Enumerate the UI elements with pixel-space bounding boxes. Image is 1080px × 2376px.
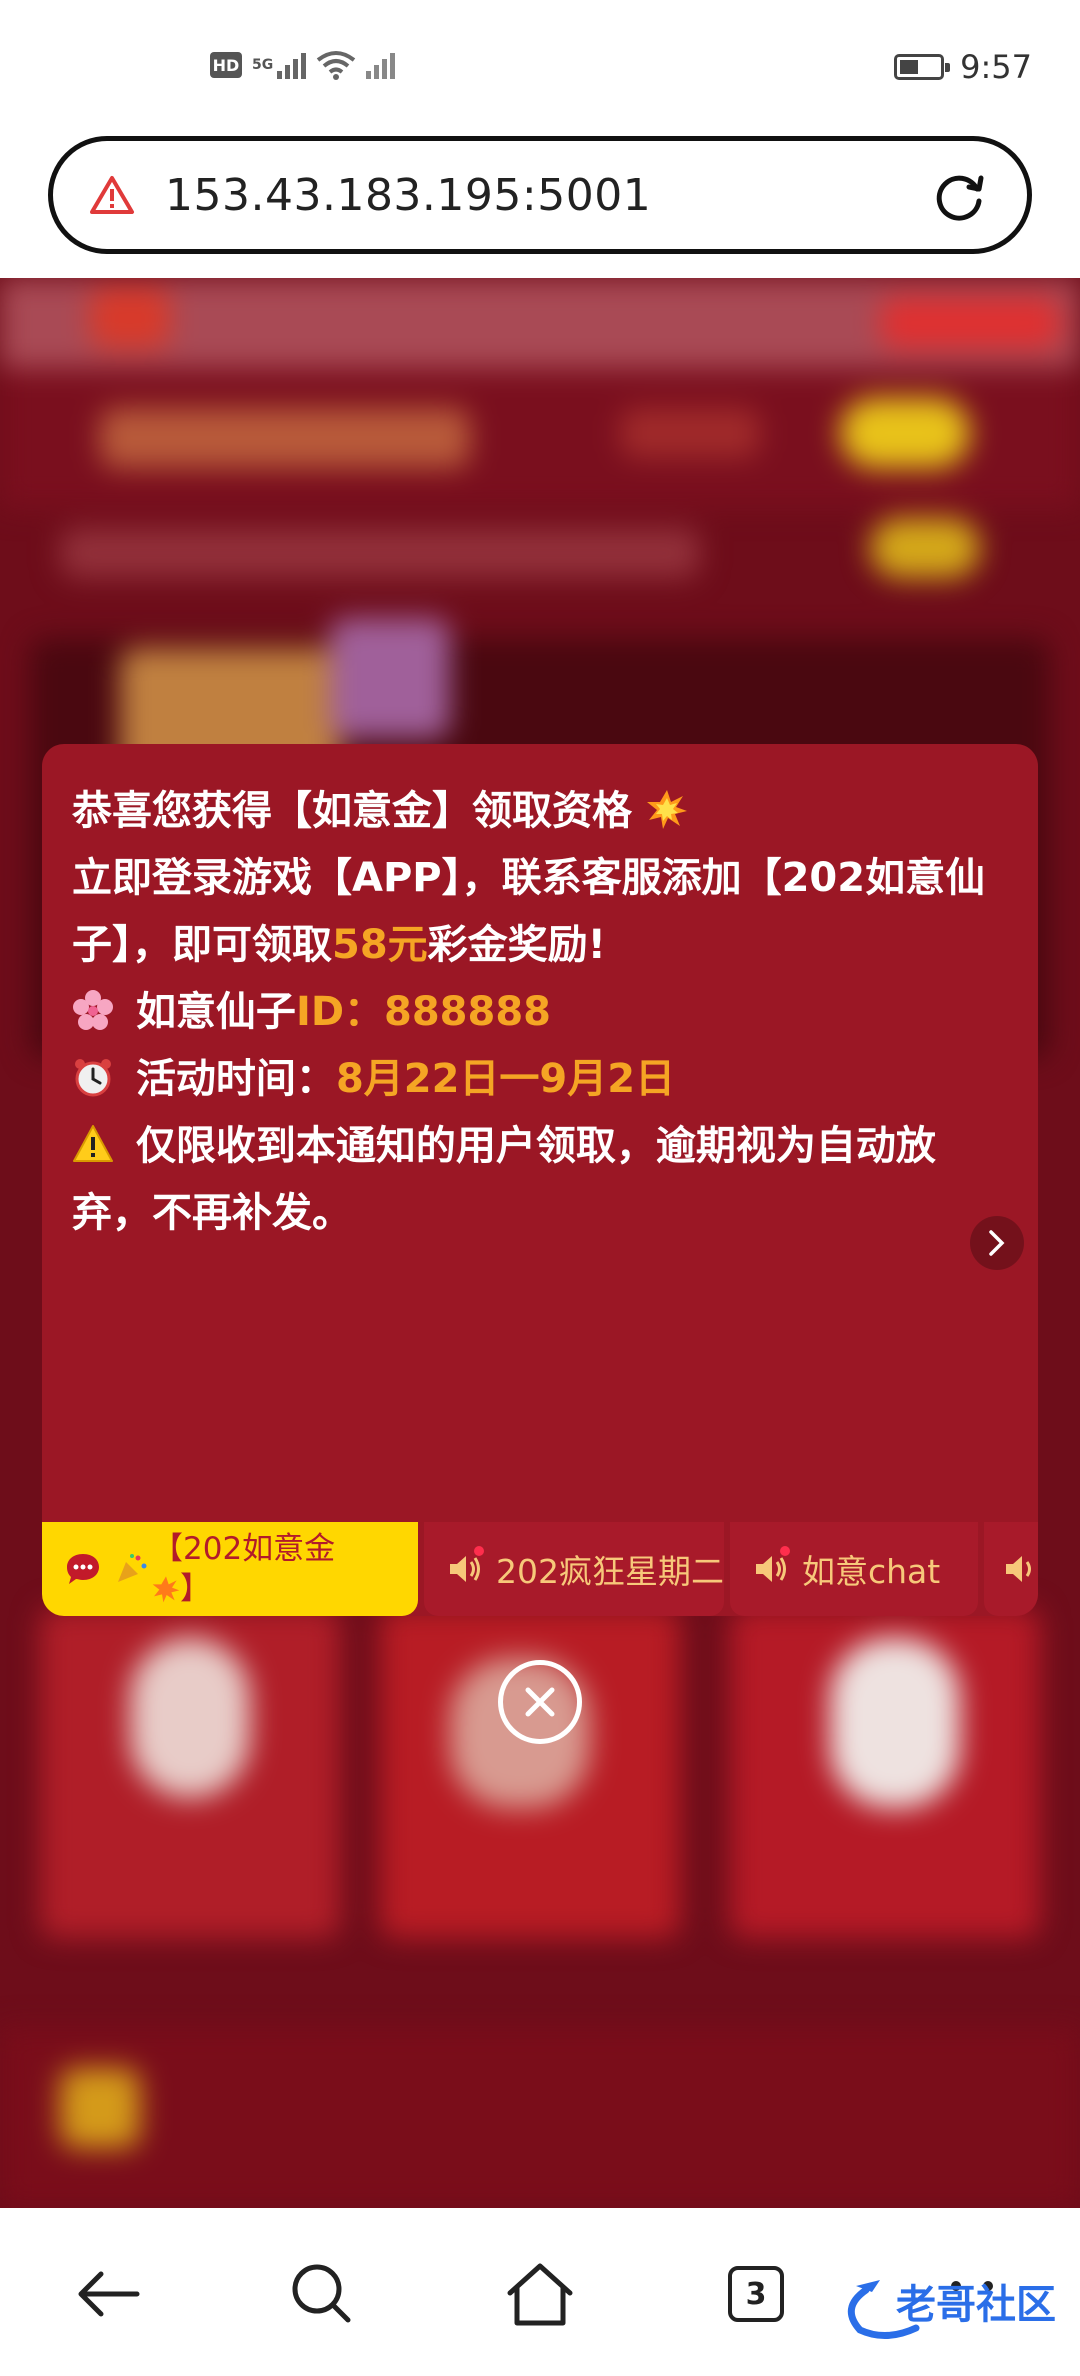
- status-left: HD 5G: [210, 50, 396, 80]
- cherry-blossom-icon: [73, 990, 113, 1030]
- status-bar: HD 5G 9:57: [0, 0, 1080, 130]
- signal-icon: [277, 51, 307, 79]
- clock: 9:57: [960, 48, 1032, 86]
- unread-dot: [780, 1546, 790, 1556]
- notice-line-5: 仅限收到本通知的用户领取，逾期视为自动放弃，不再补发。: [72, 1123, 936, 1236]
- home-button[interactable]: [500, 2254, 580, 2334]
- back-button[interactable]: [68, 2254, 148, 2334]
- unread-dot: [474, 1546, 484, 1556]
- party-popper-icon: [118, 1554, 147, 1582]
- battery-icon: [894, 54, 951, 80]
- tab-crazy-tuesday-label: 202疯狂星期二: [496, 1552, 724, 1591]
- tab-ruyi-gold-label-2: 】: [180, 1571, 211, 1607]
- tab-ruyi-gold[interactable]: 【202如意金 】: [42, 1522, 418, 1616]
- chat-bubble-icon: [67, 1554, 99, 1584]
- warning-icon[interactable]: [89, 175, 135, 215]
- notice-message: 恭喜您获得【如意金】领取资格 立即登录游戏【APP】，联系客服添加【202如意仙…: [72, 778, 1012, 1247]
- notice-line-1: 恭喜您获得【如意金】领取资格: [72, 788, 632, 834]
- collision-icon: [646, 790, 687, 829]
- alarm-clock-icon: [75, 1059, 111, 1097]
- dragon-logo-icon: 老哥社区: [847, 2280, 1056, 2339]
- chevron-right-icon: [989, 1230, 1005, 1256]
- browser-bottom-nav: 3 老哥社区: [0, 2208, 1080, 2376]
- tab-crazy-tuesday[interactable]: 202疯狂星期二: [424, 1522, 724, 1616]
- address-bar[interactable]: 153.43.183.195:5001: [48, 136, 1032, 254]
- speaker-icon: [446, 1546, 484, 1588]
- notice-line-4: 活动时间：: [135, 1056, 336, 1102]
- tab-count[interactable]: 3: [728, 2266, 784, 2322]
- tabs-button[interactable]: 3: [716, 2254, 796, 2334]
- collision-small-icon: [152, 1576, 180, 1603]
- signal-2-icon: [366, 51, 396, 79]
- notice-modal: 恭喜您获得【如意金】领取资格 立即登录游戏【APP】，联系客服添加【202如意仙…: [42, 744, 1038, 1616]
- reload-icon[interactable]: [929, 165, 989, 225]
- notice-line-2-end: 彩金奖励!: [427, 922, 606, 968]
- warning-sign-icon: [73, 1125, 113, 1162]
- notice-tabs: 【202如意金 】 202疯狂星期二 如意chat: [42, 1522, 1038, 1616]
- tab-more[interactable]: [984, 1522, 1038, 1616]
- speaker-icon: [1002, 1550, 1038, 1588]
- tab-ruyi-gold-label[interactable]: 【202如意金 】: [152, 1529, 372, 1609]
- tab-ruyi-chat[interactable]: 如意chat: [730, 1522, 978, 1616]
- notice-line-3: 如意仙子: [135, 989, 296, 1035]
- network-type: 5G: [252, 57, 274, 73]
- status-right: 9:57: [894, 48, 1032, 86]
- watermark-text: 老哥社区: [896, 2282, 1056, 2328]
- hd-badge: HD: [210, 52, 242, 78]
- activity-dates: 8月22日一9月2日: [335, 1056, 676, 1102]
- back-arrow-icon: [78, 2271, 140, 2317]
- tab-ruyi-chat-label: 如意chat: [802, 1552, 941, 1591]
- search-icon: [292, 2264, 351, 2323]
- reward-amount: 58元: [332, 922, 428, 968]
- home-icon: [507, 2263, 573, 2326]
- close-icon: [525, 1687, 555, 1717]
- next-arrow-button[interactable]: [970, 1216, 1024, 1270]
- speaker-icon: [752, 1546, 790, 1588]
- search-button[interactable]: [282, 2254, 362, 2334]
- wifi-icon: [317, 51, 356, 80]
- close-modal-button[interactable]: [498, 1660, 582, 1744]
- url-text[interactable]: 153.43.183.195:5001: [165, 170, 929, 221]
- tab-ruyi-gold-label-1: 【202如意金: [152, 1531, 336, 1567]
- watermark-logo: 老哥社区: [836, 2270, 1064, 2346]
- contact-id: ID：888888: [295, 989, 552, 1035]
